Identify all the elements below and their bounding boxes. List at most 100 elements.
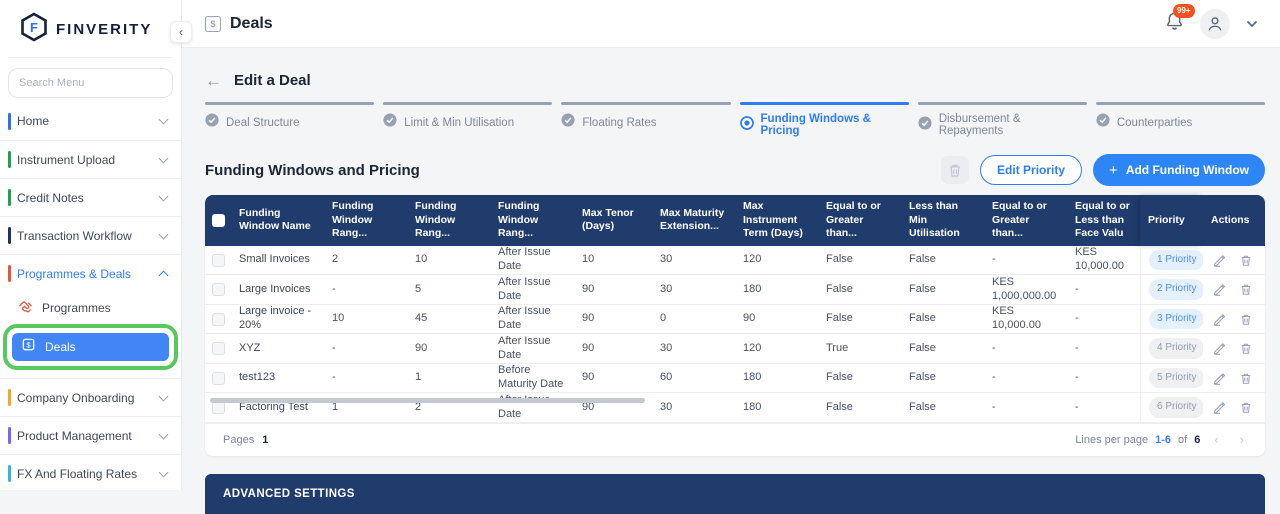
priority-badge: 3 Priority bbox=[1149, 309, 1203, 330]
item-color-indicator bbox=[8, 227, 11, 244]
sidebar-item-product-management[interactable]: Product Management bbox=[0, 416, 181, 454]
active-step-icon bbox=[740, 116, 754, 135]
check-circle-icon bbox=[918, 116, 932, 130]
add-funding-window-label: Add Funding Window bbox=[1126, 163, 1249, 177]
edit-row-button[interactable] bbox=[1211, 281, 1228, 298]
delete-row-button[interactable] bbox=[1238, 281, 1254, 298]
select-all-checkbox[interactable] bbox=[212, 214, 225, 227]
cell-max-instrument-term-days: 120 bbox=[735, 334, 818, 363]
add-funding-window-button[interactable]: + Add Funding Window bbox=[1093, 154, 1265, 186]
cell-funding-window-name: Large invoice - 20% bbox=[231, 305, 324, 334]
column-header-equal-to-or-less-than-face-valu: Equal to or Less than Face Valu bbox=[1067, 195, 1140, 246]
advanced-settings-header[interactable]: ADVANCED SETTINGS bbox=[205, 474, 1265, 514]
delete-row-button[interactable] bbox=[1238, 399, 1254, 416]
prev-page-button[interactable]: ‹ bbox=[1207, 432, 1225, 447]
account-chevron-down-icon[interactable] bbox=[1246, 15, 1258, 33]
item-color-indicator bbox=[8, 389, 11, 406]
edit-row-button[interactable] bbox=[1211, 399, 1228, 416]
current-page[interactable]: 1 bbox=[262, 434, 268, 446]
horizontal-scrollbar[interactable] bbox=[210, 398, 645, 403]
cell-equal-to-or-greater-than: KES 10,000.00 bbox=[984, 305, 1067, 334]
sidebar-item-programmes-deals[interactable]: Programmes & Deals bbox=[0, 254, 181, 292]
row-checkbox[interactable] bbox=[212, 283, 225, 296]
step-floating-rates[interactable]: Floating Rates bbox=[561, 102, 730, 137]
edit-icon bbox=[1213, 313, 1226, 326]
row-checkbox[interactable] bbox=[212, 313, 225, 326]
item-color-indicator bbox=[8, 427, 11, 444]
cell-less-than-min-utilisation: False bbox=[901, 334, 984, 363]
edit-row-button[interactable] bbox=[1211, 311, 1228, 328]
bulk-delete-button[interactable] bbox=[941, 156, 969, 184]
cell-max-tenor-days: 90 bbox=[574, 275, 652, 304]
plus-icon: + bbox=[1109, 162, 1118, 179]
sidebar-collapse-button[interactable]: ‹ bbox=[170, 21, 192, 43]
cell-funding-window-rang: 5 bbox=[407, 275, 490, 304]
edit-icon bbox=[1213, 372, 1226, 385]
chevron-down-icon bbox=[159, 191, 169, 201]
deals-icon-wrap: $ bbox=[21, 337, 36, 357]
sidebar-item-company-onboarding[interactable]: Company Onboarding bbox=[0, 378, 181, 416]
cell-max-maturity-extension: 30 bbox=[652, 275, 735, 304]
edit-row-button[interactable] bbox=[1211, 370, 1228, 387]
chevron-up-icon bbox=[159, 271, 169, 281]
cell-funding-window-name: XYZ bbox=[231, 334, 324, 363]
step-deal-structure[interactable]: Deal Structure bbox=[205, 102, 374, 137]
delete-icon bbox=[1240, 401, 1252, 414]
back-button[interactable]: ← bbox=[205, 72, 222, 89]
edit-row-button[interactable] bbox=[1211, 340, 1228, 357]
cell-less-than-min-utilisation: False bbox=[901, 364, 984, 393]
edit-icon bbox=[1213, 254, 1226, 267]
cell-priority: 5 Priority bbox=[1140, 364, 1203, 393]
cell-actions bbox=[1203, 275, 1263, 304]
step-counterparties[interactable]: Counterparties bbox=[1096, 102, 1265, 137]
step-label: Deal Structure bbox=[226, 117, 300, 129]
cell-equal-to-or-less-than-face-valu: - bbox=[1067, 275, 1140, 304]
row-checkbox[interactable] bbox=[212, 372, 225, 385]
lines-range: 1-6 bbox=[1155, 434, 1171, 446]
cell-funding-window-rang: After Issue Date bbox=[490, 334, 574, 363]
cell-max-instrument-term-days: 180 bbox=[735, 275, 818, 304]
sidebar-item-transaction-workflow[interactable]: Transaction Workflow bbox=[0, 216, 181, 254]
edit-priority-button[interactable]: Edit Priority bbox=[980, 155, 1082, 185]
column-header-max-instrument-term-days: Max Instrument Term (Days) bbox=[735, 195, 818, 246]
row-checkbox[interactable] bbox=[212, 401, 225, 414]
completed-step-icon bbox=[561, 113, 575, 132]
column-header-equal-to-or-greater-than: Equal to or Greater than... bbox=[984, 195, 1067, 246]
step-disbursement-repayments[interactable]: Disbursement & Repayments bbox=[918, 102, 1087, 137]
row-checkbox[interactable] bbox=[212, 342, 225, 355]
step-progress-bar bbox=[561, 102, 730, 105]
cell-actions bbox=[1203, 364, 1263, 393]
sidebar-item-credit-notes[interactable]: Credit Notes bbox=[0, 178, 181, 216]
step-progress-bar bbox=[918, 102, 1087, 105]
edit-row-button[interactable] bbox=[1211, 252, 1228, 269]
user-avatar[interactable] bbox=[1200, 9, 1230, 39]
delete-row-button[interactable] bbox=[1238, 340, 1254, 357]
sidebar-subitem-programmes[interactable]: Programmes bbox=[0, 294, 181, 322]
delete-row-button[interactable] bbox=[1238, 252, 1254, 269]
cell-max-tenor-days: 90 bbox=[574, 364, 652, 393]
sidebar-item-instrument-upload[interactable]: Instrument Upload bbox=[0, 140, 181, 178]
pagination-bar: Pages 1 Lines per page 1-6 of 6 ‹ › bbox=[205, 423, 1265, 456]
sidebar-item-label: Credit Notes bbox=[17, 191, 160, 205]
deals-doc-icon: $ bbox=[205, 16, 221, 32]
next-page-button[interactable]: › bbox=[1233, 432, 1251, 447]
chevron-down-icon bbox=[159, 153, 169, 163]
lines-per-page-label: Lines per page bbox=[1075, 434, 1148, 446]
sidebar-subitem-label: Deals bbox=[45, 340, 169, 354]
delete-row-button[interactable] bbox=[1238, 311, 1254, 328]
cell-priority: 2 Priority bbox=[1140, 275, 1203, 304]
notifications-button[interactable]: 99+ bbox=[1165, 11, 1184, 36]
trash-icon bbox=[948, 163, 962, 178]
cell-funding-window-rang: 1 bbox=[407, 364, 490, 393]
sidebar-item-fx-and-floating-rates[interactable]: FX And Floating Rates bbox=[0, 454, 181, 492]
step-limit-min-utilisation[interactable]: Limit & Min Utilisation bbox=[383, 102, 552, 137]
sidebar-subitem-deals-active[interactable]: $ Deals bbox=[12, 333, 169, 361]
cell-max-maturity-extension: 30 bbox=[652, 334, 735, 363]
row-checkbox[interactable] bbox=[212, 254, 225, 267]
step-funding-windows-pricing[interactable]: Funding Windows & Pricing bbox=[740, 102, 909, 137]
sidebar-item-home[interactable]: Home bbox=[0, 102, 181, 140]
search-input[interactable] bbox=[8, 68, 173, 98]
topbar-title: Deals bbox=[230, 15, 273, 33]
delete-row-button[interactable] bbox=[1238, 370, 1254, 387]
cell-max-instrument-term-days: 180 bbox=[735, 393, 818, 422]
